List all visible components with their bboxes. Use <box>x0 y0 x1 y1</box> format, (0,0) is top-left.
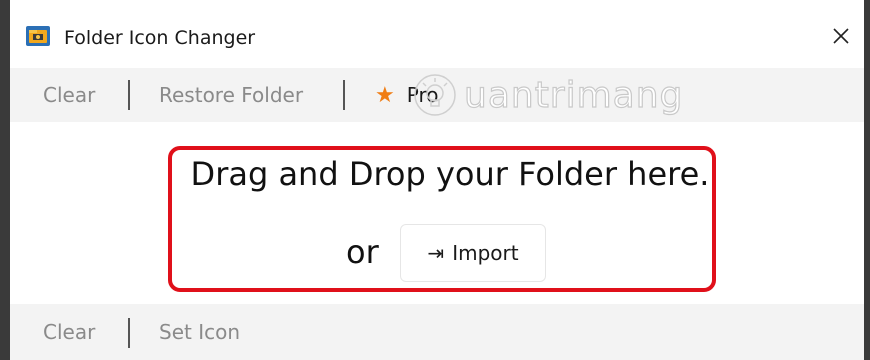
app-window: Folder Icon Changer Clear Restore Folder… <box>0 0 870 360</box>
top-toolbar: Clear Restore Folder ★ Pro <box>10 68 864 122</box>
bottom-toolbar: Clear Set Icon <box>10 304 864 360</box>
pro-label: Pro <box>406 83 439 107</box>
drop-prompt: Drag and Drop your Folder here. <box>190 155 710 193</box>
set-icon-button[interactable]: Set Icon <box>159 304 240 360</box>
pro-button[interactable]: ★ Pro <box>375 68 438 122</box>
drop-area[interactable]: Drag and Drop your Folder here. or ⇥ Imp… <box>10 122 864 304</box>
toolbar-divider <box>343 80 345 110</box>
restore-folder-button[interactable]: Restore Folder <box>159 68 303 122</box>
import-button[interactable]: ⇥ Import <box>400 224 546 282</box>
toolbar-divider <box>128 318 130 348</box>
title-bar[interactable]: Folder Icon Changer <box>10 0 864 68</box>
clear-button-top[interactable]: Clear <box>43 68 95 122</box>
close-button[interactable] <box>818 16 864 56</box>
clear-button-bottom[interactable]: Clear <box>43 304 95 360</box>
window-frame-left <box>0 0 10 360</box>
toolbar-divider <box>128 80 130 110</box>
close-icon <box>833 28 849 44</box>
import-arrow-icon: ⇥ <box>427 241 445 265</box>
window-title: Folder Icon Changer <box>64 27 256 49</box>
window-frame-right <box>864 0 870 360</box>
star-icon: ★ <box>375 82 395 108</box>
folder-app-icon <box>26 26 50 46</box>
or-label: or <box>346 233 379 271</box>
import-label: Import <box>452 241 519 265</box>
